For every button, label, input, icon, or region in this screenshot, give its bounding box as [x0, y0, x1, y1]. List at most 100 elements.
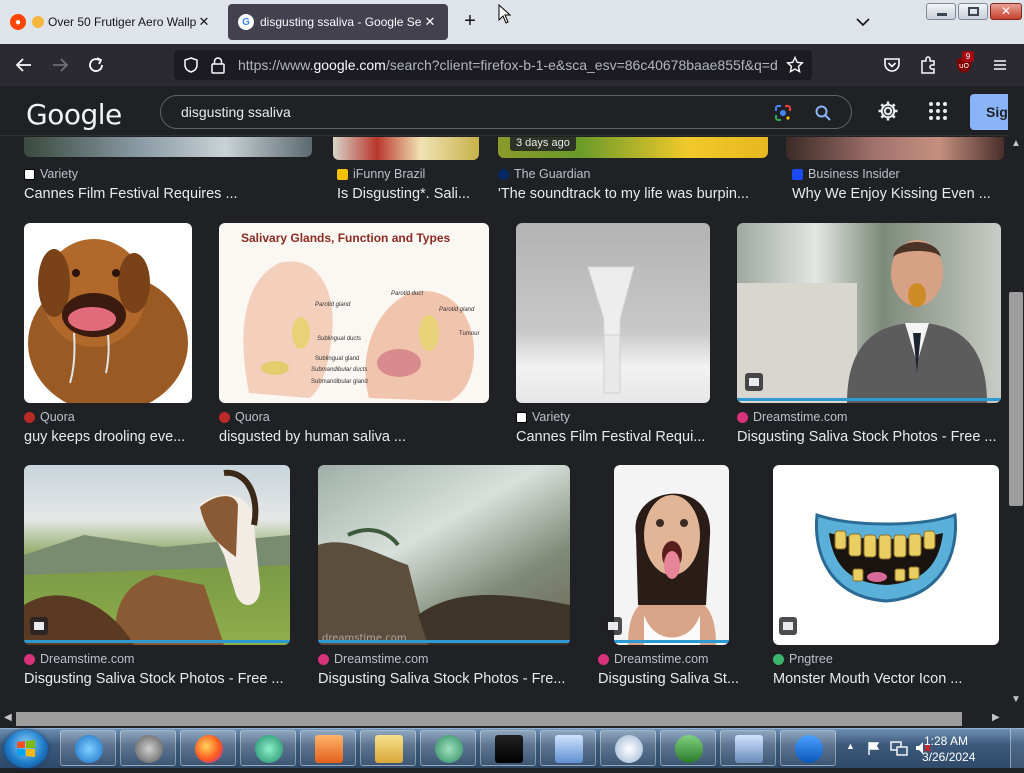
result-card[interactable]: iFunny Brazil Is Disgusting*. Sali... — [333, 137, 487, 207]
result-thumbnail[interactable]: dreamstime.com — [318, 465, 570, 645]
result-thumbnail[interactable] — [786, 137, 1004, 160]
url-text[interactable]: https://www.google.com/search?client=fir… — [238, 57, 778, 73]
result-source[interactable]: Variety — [516, 410, 570, 424]
tab-frutiger-aero[interactable]: ● Over 50 Frutiger Aero Wallpa ✕ — [0, 4, 222, 40]
result-source[interactable]: Dreamstime.com — [318, 652, 428, 666]
result-thumbnail[interactable] — [333, 137, 479, 160]
search-box[interactable]: disgusting ssaliva — [160, 95, 852, 129]
result-card[interactable]: Dreamstime.com Disgusting Saliva Stock P… — [24, 465, 292, 690]
taskbar-command-prompt-button[interactable] — [480, 730, 536, 766]
result-caption[interactable]: disgusted by human saliva ... — [219, 429, 491, 445]
tray-overflow-chevron-icon[interactable]: ▲ — [846, 741, 855, 751]
bookmark-star-icon[interactable] — [786, 56, 804, 74]
result-caption[interactable]: Monster Mouth Vector Icon ... — [773, 671, 1001, 687]
scroll-left-arrow-icon[interactable]: ◀ — [4, 712, 12, 723]
result-caption[interactable]: 'The soundtrack to my life was burpin... — [498, 186, 768, 202]
result-thumbnail[interactable] — [614, 465, 729, 645]
tab-google-search[interactable]: G disgusting ssaliva - Google Sear ✕ — [228, 4, 448, 40]
tracking-protection-shield-icon[interactable] — [182, 56, 200, 74]
taskbar-control-panel-button[interactable] — [540, 730, 596, 766]
result-source[interactable]: Business Insider — [792, 167, 900, 181]
result-caption[interactable]: Why We Enjoy Kissing Even ... — [792, 186, 1004, 202]
result-source[interactable]: iFunny Brazil — [337, 167, 425, 181]
result-card[interactable]: Variety Cannes Film Festival Requi... — [516, 223, 712, 448]
result-thumbnail[interactable] — [773, 465, 999, 645]
hamburger-menu-icon[interactable] — [988, 53, 1012, 77]
taskbar-network-monitor-button[interactable] — [660, 730, 716, 766]
google-apps-grid-icon[interactable] — [926, 99, 950, 123]
result-card[interactable]: Quora guy keeps drooling eve... — [24, 223, 194, 448]
result-thumbnail[interactable] — [24, 465, 290, 645]
result-card[interactable]: Dreamstime.com Disgusting Saliva St... — [598, 465, 748, 690]
taskbar-media-player-button[interactable] — [300, 730, 356, 766]
settings-gear-icon[interactable] — [876, 99, 900, 123]
result-thumbnail[interactable]: Salivary Glands, Function and Types Paro… — [219, 223, 489, 403]
search-input[interactable]: disgusting ssaliva — [181, 104, 291, 120]
taskbar-security-shield-button[interactable] — [780, 730, 836, 766]
result-caption[interactable]: Disgusting Saliva Stock Photos - Free ..… — [24, 671, 292, 687]
result-thumbnail[interactable] — [24, 137, 312, 157]
new-tab-button[interactable]: + — [458, 10, 482, 34]
result-caption[interactable]: Disgusting Saliva Stock Photos - Fre... — [318, 671, 572, 687]
result-thumbnail[interactable] — [737, 223, 1001, 403]
lock-icon[interactable] — [210, 56, 226, 74]
result-caption[interactable]: Cannes Film Festival Requi... — [516, 429, 712, 445]
result-card[interactable]: Pngtree Monster Mouth Vector Icon ... — [773, 465, 1001, 690]
result-card[interactable]: Dreamstime.com Disgusting Saliva Stock P… — [737, 223, 1003, 448]
taskbar-browser-globe-button[interactable] — [240, 730, 296, 766]
result-card[interactable]: Salivary Glands, Function and Types Paro… — [219, 223, 491, 448]
result-source[interactable]: Variety — [24, 167, 78, 181]
result-card[interactable]: dreamstime.com Dreamstime.com Disgusting… — [318, 465, 572, 690]
extensions-puzzle-icon[interactable] — [916, 53, 940, 77]
quora-icon — [219, 411, 230, 423]
search-icon[interactable] — [813, 103, 833, 123]
horizontal-scroll-thumb[interactable] — [16, 712, 962, 726]
result-source[interactable]: Dreamstime.com — [598, 652, 708, 666]
scroll-up-arrow-icon[interactable]: ▲ — [1011, 138, 1021, 149]
network-icon[interactable] — [890, 740, 908, 756]
result-caption[interactable]: Is Disgusting*. Sali... — [337, 186, 487, 202]
tab-close-icon[interactable]: ✕ — [422, 14, 438, 30]
restore-button[interactable] — [958, 3, 988, 20]
result-source[interactable]: Quora — [219, 410, 270, 424]
result-card[interactable]: 3 days ago The Guardian 'The soundtrack … — [498, 137, 768, 207]
vertical-scroll-thumb[interactable] — [1009, 292, 1023, 506]
result-source[interactable]: Dreamstime.com — [24, 652, 134, 666]
result-caption[interactable]: Disgusting Saliva Stock Photos - Free ..… — [737, 429, 1003, 445]
result-source[interactable]: Quora — [24, 410, 75, 424]
result-card[interactable]: Variety Cannes Film Festival Requires ..… — [24, 137, 314, 207]
result-card[interactable]: Business Insider Why We Enjoy Kissing Ev… — [786, 137, 1004, 207]
taskbar-seahorse-button[interactable] — [420, 730, 476, 766]
result-source[interactable]: Dreamstime.com — [737, 410, 847, 424]
tab-close-icon[interactable]: ✕ — [196, 14, 212, 30]
google-logo[interactable]: Google — [26, 98, 122, 131]
google-lens-icon[interactable] — [773, 103, 793, 123]
close-window-button[interactable]: ✕ — [990, 3, 1022, 20]
taskbar-firefox-button[interactable] — [180, 730, 236, 766]
result-caption[interactable]: Cannes Film Festival Requires ... — [24, 186, 314, 202]
result-thumbnail[interactable] — [516, 223, 710, 403]
taskbar-virtual-box-button[interactable] — [720, 730, 776, 766]
taskbar-raccoon-button[interactable] — [120, 730, 176, 766]
minimize-button[interactable] — [926, 3, 956, 20]
url-bar[interactable]: https://www.google.com/search?client=fir… — [174, 50, 812, 80]
system-clock[interactable]: 1:28 AM 3/26/2024 — [922, 733, 975, 765]
taskbar-file-explorer-button[interactable] — [360, 730, 416, 766]
show-desktop-button[interactable] — [1010, 729, 1024, 768]
back-button[interactable] — [12, 53, 36, 77]
result-thumbnail[interactable] — [24, 223, 192, 403]
result-source[interactable]: The Guardian — [498, 167, 590, 181]
result-source[interactable]: Pngtree — [773, 652, 833, 666]
result-caption[interactable]: Disgusting Saliva St... — [598, 671, 748, 687]
start-button[interactable] — [4, 730, 48, 768]
scroll-right-arrow-icon[interactable]: ▶ — [992, 712, 1000, 723]
scroll-down-arrow-icon[interactable]: ▼ — [1011, 694, 1021, 705]
reload-button[interactable] — [84, 53, 108, 77]
action-center-flag-icon[interactable] — [866, 740, 882, 756]
taskbar-internet-explorer-button[interactable] — [60, 730, 116, 766]
pocket-icon[interactable] — [880, 53, 904, 77]
forward-button[interactable] — [48, 53, 72, 77]
chevron-down-icon[interactable] — [852, 12, 874, 32]
taskbar-media-center-button[interactable] — [600, 730, 656, 766]
result-caption[interactable]: guy keeps drooling eve... — [24, 429, 194, 445]
